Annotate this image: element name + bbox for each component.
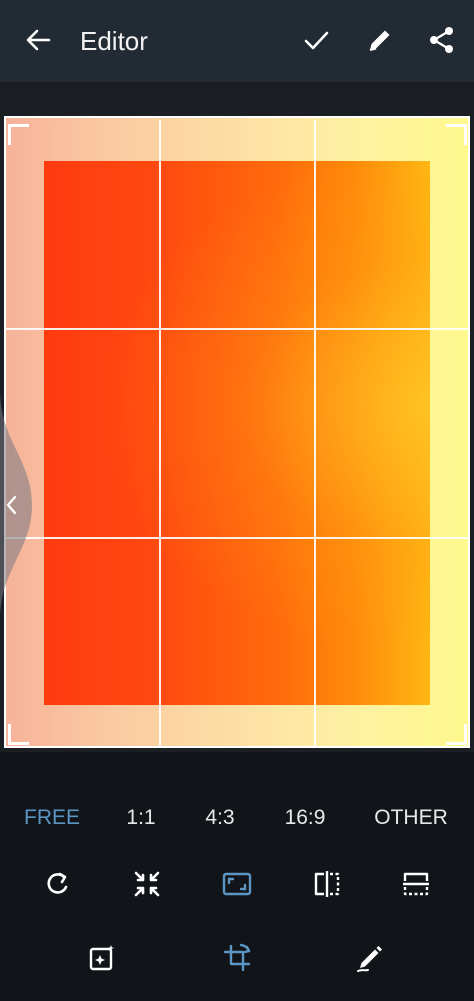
check-icon[interactable]	[302, 26, 330, 54]
crop-corner-bottom-left[interactable]	[8, 724, 29, 745]
share-icon[interactable]	[428, 26, 456, 54]
aspect-frame-icon[interactable]	[221, 868, 253, 900]
aspect-ratio-selector: FREE 1:1 4:3 16:9 OTHER	[0, 800, 474, 836]
aspect-option-free[interactable]: FREE	[24, 806, 80, 830]
shrink-icon[interactable]	[131, 868, 163, 900]
aspect-option-16-9[interactable]: 16:9	[285, 806, 326, 830]
aspect-option-4-3[interactable]: 4:3	[205, 806, 234, 830]
auto-enhance-icon[interactable]	[86, 942, 118, 974]
grid-line-vertical-1	[159, 120, 161, 746]
arrow-back-icon[interactable]	[24, 26, 52, 54]
page-title: Editor	[80, 26, 148, 56]
aspect-option-other[interactable]: OTHER	[374, 806, 448, 830]
side-drawer-handle[interactable]	[0, 390, 36, 620]
crop-corner-top-right[interactable]	[446, 124, 467, 145]
aspect-option-1-1[interactable]: 1:1	[126, 806, 155, 830]
grid-line-horizontal-1	[6, 328, 468, 330]
rotate-icon[interactable]	[42, 868, 74, 900]
crop-corner-bottom-right[interactable]	[446, 724, 467, 745]
crop-tools	[0, 868, 474, 908]
draw-icon[interactable]	[354, 942, 386, 974]
grid-line-horizontal-2	[6, 537, 468, 539]
flip-vertical-icon[interactable]	[400, 868, 432, 900]
crop-corner-top-left[interactable]	[8, 124, 29, 145]
editor-bottom-tabs	[0, 942, 474, 982]
image-preview	[44, 161, 430, 705]
app-bar: Editor	[0, 0, 474, 82]
grid-line-vertical-2	[314, 120, 316, 746]
pencil-icon[interactable]	[366, 26, 394, 54]
crop-rotate-icon[interactable]	[221, 942, 253, 974]
flip-horizontal-icon[interactable]	[311, 868, 343, 900]
